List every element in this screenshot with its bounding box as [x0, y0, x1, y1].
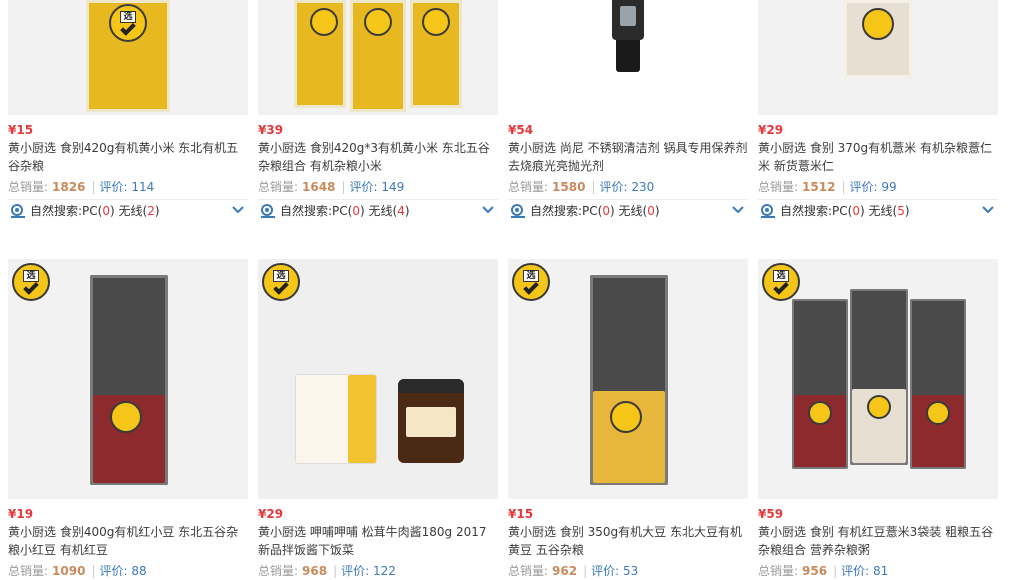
sales-count: 1648 [302, 180, 336, 194]
product-stats: 总销量: 962 | 评价: 53 [508, 564, 639, 578]
product-card[interactable]: 选 ¥15 黄小厨选 食别420g有机黄小米 东北有机五谷杂粮 总销量: 1826… [8, 0, 248, 221]
product-card[interactable]: 选 ¥19 黄小厨选 食别400g有机红小豆 东北五谷杂粮小红豆 有机红豆 总销… [8, 259, 248, 580]
product-price: ¥29 [258, 507, 284, 521]
product-stats: 总销量: 1090 | 评价: 88 [8, 564, 147, 578]
product-stats: 总销量: 956 | 评价: 81 [758, 564, 889, 578]
sales-count: 962 [552, 564, 578, 578]
chevron-down-icon[interactable] [982, 205, 994, 215]
review-count[interactable]: 122 [373, 564, 396, 578]
product-stats: 总销量: 1512 | 评价: 99 [758, 180, 897, 194]
sales-count: 1090 [52, 564, 86, 578]
product-title[interactable]: 黄小厨选 食别 350g有机大豆 东北大豆有机黄豆 五谷杂粮 [508, 523, 748, 559]
product-stats: 总销量: 1648 | 评价: 149 [258, 180, 405, 194]
product-price: ¥29 [758, 123, 784, 137]
product-card[interactable]: ¥29 黄小厨选 食别 370g有机薏米 有机杂粮薏仁米 新货薏米仁 总销量: 1… [758, 0, 998, 221]
review-count[interactable]: 88 [131, 564, 146, 578]
snail-search-icon [761, 204, 775, 218]
product-title[interactable]: 黄小厨选 呷哺呷哺 松茸牛肉酱180g 2017新品拌饭酱下饭菜 [258, 523, 498, 559]
review-count[interactable]: 99 [881, 180, 896, 194]
sales-count: 1580 [552, 180, 586, 194]
chevron-down-icon[interactable] [232, 205, 244, 215]
product-image[interactable] [508, 0, 748, 115]
product-price: ¥39 [258, 123, 284, 137]
natural-search-row: 自然搜索:PC(0) 无线(0) [508, 199, 748, 221]
product-price: ¥59 [758, 507, 784, 521]
product-title[interactable]: 黄小厨选 尚尼 不锈钢清洁剂 锅具专用保养剂 去烧痕光亮抛光剂 [508, 139, 748, 175]
product-stats: 总销量: 1580 | 评价: 230 [508, 180, 655, 194]
product-price: ¥19 [8, 507, 34, 521]
product-price: ¥15 [508, 507, 534, 521]
product-title[interactable]: 黄小厨选 食别420g*3有机黄小米 东北五谷杂粮组合 有机杂粮小米 [258, 139, 498, 175]
product-image[interactable] [758, 0, 998, 115]
product-card[interactable]: 选 ¥59 黄小厨选 食别 有机红豆薏米3袋装 粗粮五谷杂粮组合 营养杂粮粥 总… [758, 259, 998, 580]
natural-search-row: 自然搜索:PC(0) 无线(2) [8, 199, 248, 221]
product-stats: 总销量: 1826 | 评价: 114 [8, 180, 155, 194]
product-card[interactable]: ¥54 黄小厨选 尚尼 不锈钢清洁剂 锅具专用保养剂 去烧痕光亮抛光剂 总销量:… [508, 0, 748, 221]
product-image[interactable]: 选 [258, 259, 498, 499]
snail-search-icon [511, 204, 525, 218]
product-title[interactable]: 黄小厨选 食别 有机红豆薏米3袋装 粗粮五谷杂粮组合 营养杂粮粥 [758, 523, 998, 559]
product-price: ¥54 [508, 123, 534, 137]
product-grid: 选 ¥15 黄小厨选 食别420g有机黄小米 东北有机五谷杂粮 总销量: 1826… [0, 0, 1026, 580]
chevron-down-icon[interactable] [482, 205, 494, 215]
product-image[interactable] [258, 0, 498, 115]
sales-count: 968 [302, 564, 328, 578]
natural-search-row: 自然搜索:PC(0) 无线(4) [258, 199, 498, 221]
product-image[interactable]: 选 [758, 259, 998, 499]
snail-search-icon [11, 204, 25, 218]
product-title[interactable]: 黄小厨选 食别 370g有机薏米 有机杂粮薏仁米 新货薏米仁 [758, 139, 998, 175]
product-stats: 总销量: 968 | 评价: 122 [258, 564, 396, 578]
sales-count: 956 [802, 564, 828, 578]
chevron-down-icon[interactable] [732, 205, 744, 215]
review-count[interactable]: 81 [873, 564, 888, 578]
product-card[interactable]: ¥39 黄小厨选 食别420g*3有机黄小米 东北五谷杂粮组合 有机杂粮小米 总… [258, 0, 498, 221]
product-image[interactable]: 选 [8, 0, 248, 115]
product-image[interactable]: 选 [508, 259, 748, 499]
sales-count: 1512 [802, 180, 836, 194]
product-title[interactable]: 黄小厨选 食别400g有机红小豆 东北五谷杂粮小红豆 有机红豆 [8, 523, 248, 559]
natural-search-row: 自然搜索:PC(0) 无线(5) [758, 199, 998, 221]
snail-search-icon [261, 204, 275, 218]
product-card[interactable]: 选 ¥29 黄小厨选 呷哺呷哺 松茸牛肉酱180g 2017新品拌饭酱下饭菜 总… [258, 259, 498, 580]
product-image[interactable]: 选 [8, 259, 248, 499]
review-count[interactable]: 230 [631, 180, 654, 194]
review-count[interactable]: 53 [623, 564, 638, 578]
product-title[interactable]: 黄小厨选 食别420g有机黄小米 东北有机五谷杂粮 [8, 139, 248, 175]
product-price: ¥15 [8, 123, 34, 137]
product-card[interactable]: 选 ¥15 黄小厨选 食别 350g有机大豆 东北大豆有机黄豆 五谷杂粮 总销量… [508, 259, 748, 580]
sales-count: 1826 [52, 180, 86, 194]
review-count[interactable]: 149 [381, 180, 404, 194]
review-count[interactable]: 114 [131, 180, 154, 194]
